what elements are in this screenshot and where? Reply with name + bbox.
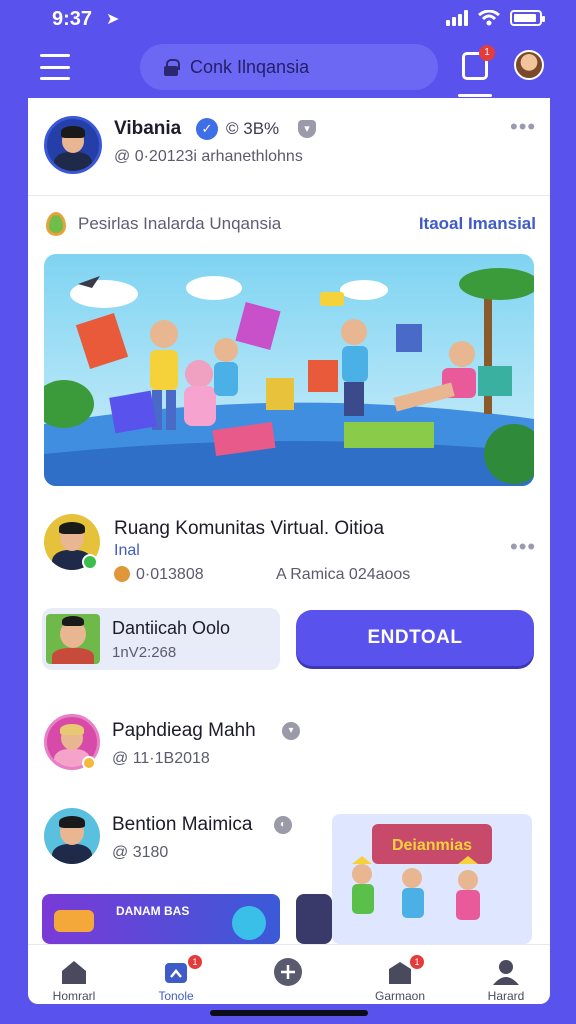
battery-icon — [510, 10, 545, 26]
location-link[interactable]: Itaoal Imansial — [419, 214, 536, 234]
user-handle: @ 11·1B2018 — [112, 750, 210, 767]
shield-icon: ▾ — [298, 120, 316, 138]
feed-card: Vibania ✓ © 3B% ▾ @ 0·20123i arhanethloh… — [28, 98, 550, 944]
post-header: Vibania ✓ © 3B% ▾ @ 0·20123i arhanethloh… — [28, 98, 550, 196]
home-indicator — [210, 1010, 368, 1016]
nav-profile[interactable]: Harard — [456, 945, 556, 1005]
status-icon — [82, 756, 96, 770]
nav-label: Harard — [487, 989, 525, 1003]
channel-name: Dantiicah Oolo — [112, 618, 231, 638]
status-bar: 9:37 ➤ — [0, 0, 576, 40]
community-subtitle: Inal — [114, 542, 140, 559]
community-illustration — [44, 254, 534, 486]
search-bar[interactable]: Conk Ilnqansia — [140, 44, 438, 90]
promo-logo-icon — [232, 906, 266, 940]
user-name[interactable]: Paphdieag Mahh — [112, 720, 256, 742]
community-row[interactable]: Ruang Komunitas Virtual. Oitioa Inal 0·0… — [28, 506, 550, 596]
home-icon — [62, 961, 86, 984]
nav-community[interactable]: 1 Tonole — [126, 945, 226, 1005]
coin-icon — [114, 566, 130, 582]
more-options-icon[interactable]: ••• — [510, 114, 536, 140]
create-icon — [274, 958, 302, 986]
promo-badge-icon — [54, 910, 94, 932]
profile-avatar[interactable] — [514, 50, 544, 80]
nav-create[interactable] — [238, 945, 338, 1005]
author-name[interactable]: Vibania — [114, 118, 181, 140]
location-arrow-icon: ➤ — [106, 11, 120, 28]
bottom-navigation: Homrarl 1 Tonole 1 Garmaon Harard — [28, 944, 550, 1004]
search-text: Conk Ilnqansia — [190, 56, 310, 77]
nav-games[interactable]: 1 Garmaon — [350, 945, 450, 1005]
author-handle: @ 0·20123i arhanethlohns — [114, 148, 303, 165]
active-tab-indicator — [458, 94, 492, 97]
wifi-icon — [478, 10, 500, 26]
promo-tile-right[interactable] — [296, 894, 332, 944]
channel-code: 1nV2:268 — [112, 644, 177, 661]
nav-label: Homrarl — [52, 989, 96, 1003]
community-icon — [165, 963, 187, 983]
channel-thumbnail — [46, 614, 100, 664]
community-title[interactable]: Ruang Komunitas Virtual. Oitioa — [114, 518, 384, 540]
promo-title: Deianmias — [392, 837, 472, 854]
profile-icon — [493, 960, 519, 985]
notifications-icon[interactable]: 1 — [462, 45, 495, 80]
user-handle: @ 3180 — [112, 844, 169, 861]
notification-badge: 1 — [479, 45, 495, 61]
community-stat-secondary: A Ramica 024aoos — [276, 566, 411, 583]
location-row: Pesirlas Inalarda Unqansia Itaoal Imansi… — [28, 202, 550, 246]
promo-illustration[interactable]: Deianmias — [332, 814, 532, 944]
user-row[interactable]: Paphdieag Mahh ▾ @ 11·1B2018 — [28, 710, 550, 782]
join-button[interactable]: ENDTOAL — [296, 610, 534, 666]
nav-home[interactable]: Homrarl — [24, 945, 124, 1005]
status-icons — [446, 10, 545, 26]
author-avatar[interactable] — [44, 116, 102, 174]
location-pin-icon — [46, 212, 66, 236]
lock-icon — [164, 59, 180, 76]
author-stat: © 3B% — [226, 119, 280, 138]
badge-icon: ▾ — [282, 722, 300, 740]
online-status-icon — [82, 554, 98, 570]
location-text: Pesirlas Inalarda Unqansia — [78, 214, 282, 233]
community-stat: 0·013808 — [136, 566, 204, 583]
user-name[interactable]: Bention Maimica — [112, 814, 252, 836]
more-options-icon[interactable]: ••• — [510, 534, 536, 560]
menu-icon[interactable] — [40, 54, 70, 80]
nav-badge: 1 — [188, 955, 202, 969]
nav-label: Tonole — [158, 989, 194, 1003]
channel-card[interactable]: Dantiicah Oolo 1nV2:268 — [42, 608, 280, 670]
nav-badge: 1 — [410, 955, 424, 969]
nav-label: Garmaon — [374, 989, 426, 1003]
divider — [28, 195, 550, 196]
promo-graphic: Deianmias — [332, 814, 532, 944]
cellular-signal-icon — [446, 10, 468, 26]
top-app-bar: Conk Ilnqansia 1 — [0, 40, 576, 97]
user-avatar[interactable] — [44, 808, 100, 864]
promo-tile-left[interactable]: DANAM BAS — [42, 894, 280, 944]
status-time: 9:37 — [52, 8, 93, 30]
badge-icon: ◐ — [274, 816, 292, 834]
verified-icon: ✓ — [196, 118, 218, 140]
promo-tile-text: DANAM BAS — [116, 904, 190, 918]
post-image[interactable] — [44, 254, 534, 486]
